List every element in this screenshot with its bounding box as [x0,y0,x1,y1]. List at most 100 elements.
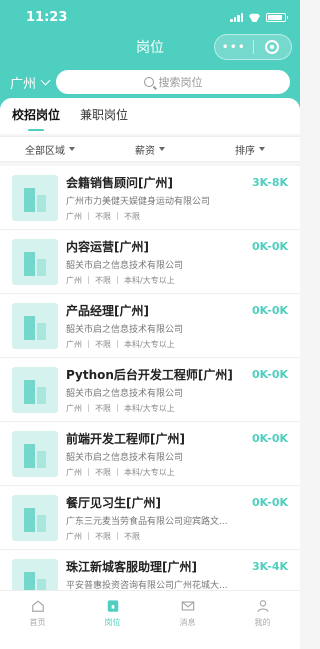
dropdown-triangle-icon [69,147,75,151]
tag-education: 本科/大专以上 [124,339,175,349]
job-title: 珠江新城客服助理[广州] [66,559,197,574]
home-icon [31,600,44,612]
close-mini-program-button[interactable] [254,40,292,54]
job-list-item[interactable]: 珠江新城客服助理[广州]3K-4K 平安普惠投资咨询有限公司广州花城大... 广… [0,550,300,590]
job-title: 会籍销售顾问[广州] [66,175,173,190]
tabbar-jobs[interactable]: 岗位 [75,599,150,649]
tag-location: 广州 [66,211,82,221]
search-placeholder: 搜索岗位 [158,76,203,89]
job-title: 餐厅见习生[广州] [66,495,161,510]
job-tags: 广州 不限 不限 [66,531,288,542]
company-name: 韶关市启之信息技术有限公司 [66,324,184,335]
company-logo-icon [12,366,58,413]
tag-education: 本科/大专以上 [124,467,175,477]
job-title-row: 会籍销售顾问[广州] 3K-8K [66,174,288,191]
tabbar-profile[interactable]: 我的 [225,599,300,649]
company-logo-icon [12,558,58,590]
tab-campus-jobs[interactable]: 校招岗位 [12,106,60,131]
tag-experience: 不限 [95,531,111,541]
company-name: 韶关市启之信息技术有限公司 [66,388,184,399]
company-logo-icon [12,174,58,221]
nav-bar: 岗位 ••• [0,34,300,60]
tag-location: 广州 [66,467,82,477]
city-label: 广州 [10,76,37,92]
filter-bar: 全部区域 薪资 排序 [0,136,300,162]
filter-sort[interactable]: 排序 [200,142,300,157]
mini-program-capsule: ••• [214,34,292,60]
tag-experience: 不限 [95,211,111,221]
company-name: 广东三元麦当劳食品有限公司迎宾路文... [66,516,228,527]
job-info: 前端开发工程师[广州] 0K-0K 韶关市启之信息技术有限公司 广州 不限 本科/大专… [66,430,288,478]
person-icon [257,600,268,612]
tabbar-profile-label: 我的 [254,618,271,627]
tag-location: 广州 [66,339,82,349]
job-tags: 广州 不限 本科/大专以上 [66,339,288,350]
battery-icon [266,12,288,22]
job-title-row: 餐厅见习生[广州] 0K-0K [66,494,288,511]
search-row: 广州 搜索岗位 [0,70,300,94]
job-list-item[interactable]: Python后台开发工程师[广州] 0K-0K 韶关市启之信息技术有限公司 广州 不… [0,358,300,422]
job-salary: 0K-0K [252,431,288,445]
job-title-row: 前端开发工程师[广州] 0K-0K [66,430,288,447]
tag-experience: 不限 [95,467,111,477]
job-info: 餐厅见习生[广州] 0K-0K 广东三元麦当劳食品有限公司迎宾路文... 广州 不限… [66,494,288,542]
job-list-item[interactable]: 内容运营[广州] 0K-0K 韶关市启之信息技术有限公司 广州 不限 本科/大专以上 [0,230,300,294]
job-title-row: 内容运营[广州] 0K-0K [66,238,288,255]
job-title-row: Python后台开发工程师[广州] 0K-0K [66,366,288,383]
tabbar-jobs-label: 岗位 [104,618,121,627]
job-title-row: 珠江新城客服助理[广州] 3K-4K [66,558,288,575]
tabbar-home-label: 首页 [29,618,46,627]
company-name: 韶关市启之信息技术有限公司 [66,452,184,463]
job-tags: 广州 不限 本科/大专以上 [66,403,288,414]
status-bar: 11:23 [0,0,300,34]
job-title: 内容运营[广州] [66,239,149,254]
tag-location: 广州 [66,403,82,413]
search-input[interactable]: 搜索岗位 [56,70,290,94]
filter-area[interactable]: 全部区域 [0,142,100,157]
page-title: 岗位 [136,40,164,56]
job-tags: 广州 不限 不限 [66,211,288,222]
company-logo-icon [12,302,58,349]
dropdown-triangle-icon [159,147,165,151]
job-tags: 广州 不限 本科/大专以上 [66,275,288,286]
tag-education: 不限 [124,211,140,221]
dropdown-triangle-icon [259,147,265,151]
signal-icon [230,12,243,22]
briefcase-icon [107,600,118,612]
job-title: Python后台开发工程师[广州] [66,367,233,382]
tag-experience: 不限 [95,275,111,285]
tag-education: 本科/大专以上 [124,403,175,413]
company-name: 韶关市启之信息技术有限公司 [66,260,184,271]
tab-part-time-jobs[interactable]: 兼职岗位 [80,106,128,127]
tag-location: 广州 [66,275,82,285]
filter-sort-label: 排序 [235,145,255,157]
tabbar-home[interactable]: 首页 [0,599,75,649]
job-info: Python后台开发工程师[广州] 0K-0K 韶关市启之信息技术有限公司 广州 不… [66,366,288,414]
chevron-down-icon [40,75,51,85]
filter-salary[interactable]: 薪资 [100,142,200,157]
job-salary: 0K-0K [252,303,288,317]
job-salary: 3K-8K [252,175,288,189]
company-logo-icon [12,494,58,541]
mail-icon [181,601,194,611]
tag-location: 广州 [66,531,82,541]
city-selector[interactable]: 广州 [10,73,56,92]
job-salary: 0K-0K [252,239,288,253]
job-list-item[interactable]: 前端开发工程师[广州] 0K-0K 韶关市启之信息技术有限公司 广州 不限 本科/大专… [0,422,300,486]
company-logo-icon [12,238,58,285]
job-list-item[interactable]: 产品经理[广州] 0K-0K 韶关市启之信息技术有限公司 广州 不限 本科/大专以上 [0,294,300,358]
job-type-tabs: 校招岗位 兼职岗位 [0,98,300,134]
job-list-item[interactable]: 餐厅见习生[广州] 0K-0K 广东三元麦当劳食品有限公司迎宾路文... 广州 不限… [0,486,300,550]
filter-area-label: 全部区域 [25,145,65,157]
job-list: 会籍销售顾问[广州] 3K-8K 广州市力美健天娱健身运动有限公司 广州 不限 不限 … [0,166,300,590]
job-title-row: 产品经理[广州] 0K-0K [66,302,288,319]
filter-salary-label: 薪资 [135,145,155,157]
tabbar-messages[interactable]: 消息 [150,599,225,649]
job-list-item[interactable]: 会籍销售顾问[广州] 3K-8K 广州市力美健天娱健身运动有限公司 广州 不限 不限 [0,166,300,230]
company-name: 广州市力美健天娱健身运动有限公司 [66,196,211,207]
job-salary: 3K-4K [252,559,288,573]
close-ring-icon [265,40,280,54]
more-menu-icon[interactable]: ••• [215,40,253,54]
job-info: 珠江新城客服助理[广州]3K-4K 平安普惠投资咨询有限公司广州花城大... 广… [66,558,288,591]
job-salary: 0K-0K [252,495,288,509]
